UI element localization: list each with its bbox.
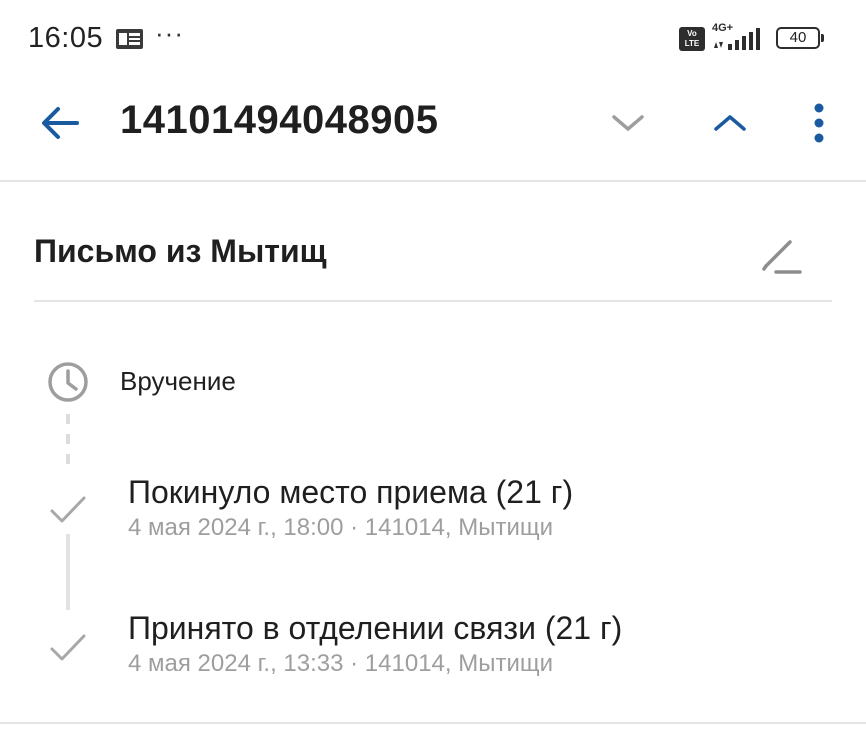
timeline-connector-dashed bbox=[66, 414, 70, 472]
battery-icon: 40 bbox=[776, 27, 824, 51]
office-icon bbox=[116, 29, 143, 49]
check-icon bbox=[50, 634, 86, 661]
event-details: 4 мая 2024 г., 13:33 · 141014, Мытищи bbox=[128, 650, 554, 677]
event-title: Принято в отделении связи (21 г) bbox=[128, 610, 623, 646]
edit-name-button[interactable] bbox=[756, 232, 808, 280]
app-bar: 14101494048905 bbox=[0, 80, 866, 182]
status-bar: 16:05 ··· Vo LTE 4G+ 40 bbox=[0, 0, 866, 80]
more-vertical-icon bbox=[814, 103, 824, 143]
chevron-down-icon bbox=[612, 115, 644, 131]
pending-status-label: Вручение bbox=[120, 366, 236, 396]
back-button[interactable] bbox=[32, 100, 88, 146]
signal-strength-icon bbox=[714, 28, 760, 50]
parcel-name: Письмо из Мытищ bbox=[34, 233, 327, 269]
more-options-button[interactable] bbox=[796, 96, 842, 150]
previous-item-button[interactable] bbox=[704, 100, 756, 146]
event-details: 4 мая 2024 г., 18:00 · 141014, Мытищи bbox=[128, 514, 554, 541]
tracking-screen: 16:05 ··· Vo LTE 4G+ 40 14101494048905 П… bbox=[0, 0, 866, 750]
timeline-connector bbox=[66, 534, 70, 610]
volte-icon: Vo LTE bbox=[679, 27, 705, 51]
event-title: Покинуло место приема (21 г) bbox=[128, 474, 574, 510]
next-item-button[interactable] bbox=[602, 100, 654, 146]
battery-level: 40 bbox=[789, 29, 807, 46]
clock-icon bbox=[48, 362, 88, 402]
arrow-left-icon bbox=[42, 107, 79, 139]
divider bbox=[0, 722, 866, 724]
check-icon bbox=[50, 496, 86, 523]
parcel-name-row: Письмо из Мытищ bbox=[34, 212, 832, 302]
chevron-up-icon bbox=[714, 115, 746, 131]
notification-overflow-icon: ··· bbox=[155, 18, 184, 48]
tracking-timeline: Вручение Покинуло место приема (21 г) 4 … bbox=[0, 302, 866, 722]
pencil-icon bbox=[762, 240, 802, 274]
tracking-number-title: 14101494048905 bbox=[120, 98, 439, 142]
status-time: 16:05 bbox=[28, 22, 104, 54]
